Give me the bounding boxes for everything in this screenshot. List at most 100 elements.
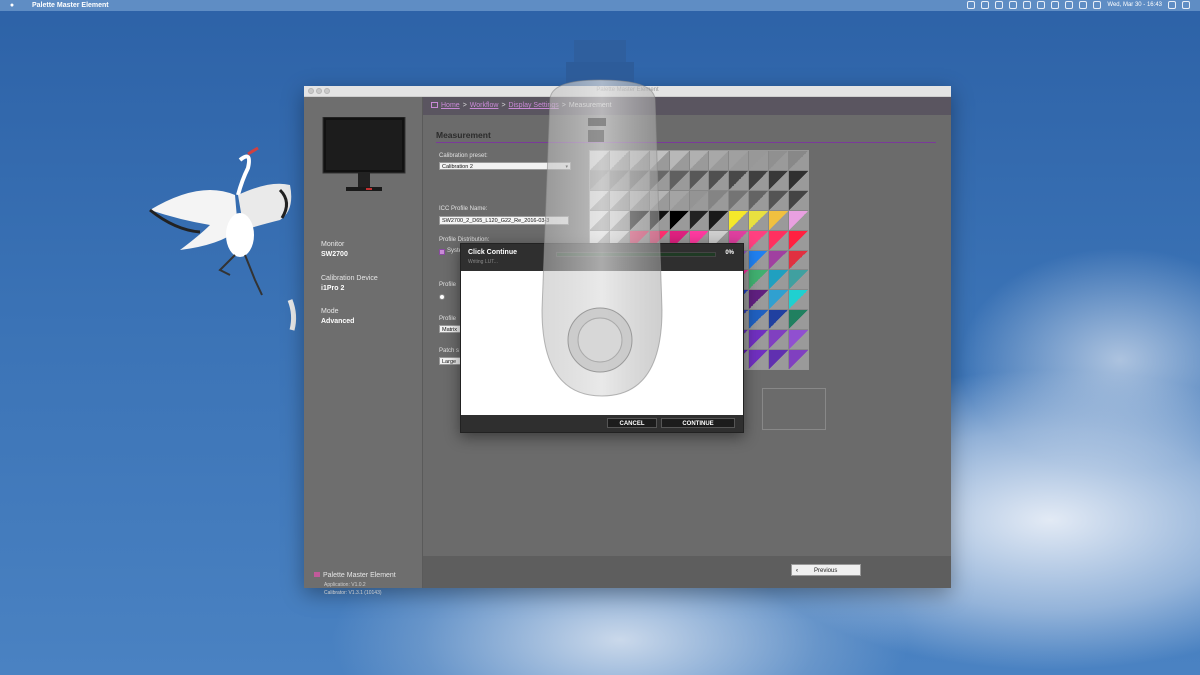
- section-divider: [436, 142, 936, 143]
- breadcrumb: Home > Workflow > Display Settings > Measureme…: [431, 102, 612, 109]
- profile-radio[interactable]: [439, 294, 445, 300]
- icc-profile-name-input[interactable]: SW2700_2_D65_L120_G22_Re_2016-03-3: [439, 216, 569, 225]
- calibration-preset-value: Calibration 2: [442, 164, 473, 170]
- dialog-title: Click Continue: [468, 249, 518, 256]
- breadcrumb-separator: >: [561, 102, 566, 109]
- system-level-checkbox[interactable]: [439, 249, 445, 255]
- color-patch: [609, 151, 629, 170]
- mode-value: Advanced: [321, 318, 355, 325]
- color-patch: [789, 151, 808, 170]
- color-patch: [749, 151, 769, 170]
- previous-button[interactable]: ‹ Previous: [791, 564, 861, 576]
- color-patch: [749, 230, 769, 250]
- calibration-device-label: Calibration Device: [321, 275, 378, 282]
- chevron-left-icon: ‹: [796, 568, 798, 574]
- color-patch: [649, 151, 669, 170]
- color-patch: [689, 210, 709, 230]
- color-patch: [590, 210, 609, 230]
- color-patch: [789, 350, 808, 369]
- menubar-app-name[interactable]: Palette Master Element: [32, 2, 109, 9]
- color-patch: [769, 310, 789, 330]
- color-patch: [789, 210, 808, 230]
- status-icon[interactable]: [1037, 1, 1046, 9]
- color-patch: [709, 210, 729, 230]
- color-patch: [629, 151, 649, 170]
- notification-center-icon[interactable]: [1182, 1, 1190, 9]
- color-patch: [749, 190, 769, 210]
- color-patch: [789, 270, 808, 290]
- status-icon[interactable]: [995, 1, 1004, 9]
- profile-label: Profile: [439, 282, 457, 288]
- chevron-down-icon: ▾: [565, 164, 568, 170]
- color-patch: [609, 170, 629, 190]
- color-patch: [749, 290, 769, 310]
- color-patch: [709, 170, 729, 190]
- color-patch: [769, 170, 789, 190]
- color-patch: [749, 270, 769, 290]
- color-patch: [769, 230, 789, 250]
- color-patch: [669, 210, 689, 230]
- continue-button[interactable]: CONTINUE: [661, 418, 735, 428]
- breadcrumb-display-settings[interactable]: Display Settings: [509, 102, 559, 109]
- dialog-progress-percent: 0%: [725, 250, 734, 256]
- status-icon[interactable]: [967, 1, 976, 9]
- brand-name: Palette Master Element: [323, 572, 396, 579]
- color-patch: [709, 151, 729, 170]
- icc-profile-name-label: ICC Profile Name:: [439, 206, 488, 212]
- monitor-value: SW2700: [321, 251, 348, 258]
- color-patch: [789, 290, 808, 310]
- color-patch: [629, 190, 649, 210]
- status-icon[interactable]: [1051, 1, 1060, 9]
- color-patch: [669, 170, 689, 190]
- breadcrumb-current: Measurement: [568, 102, 612, 109]
- color-patch: [749, 250, 769, 270]
- dialog-progress-bar: [556, 252, 716, 257]
- color-patch: [769, 270, 789, 290]
- menubar-clock[interactable]: Wed, Mar 30 - 16:43: [1107, 2, 1162, 8]
- color-patch: [769, 210, 789, 230]
- color-patch: [749, 350, 769, 369]
- calibrator-version: Calibrator: V1.3.1 (10143): [324, 590, 382, 596]
- color-patch: [789, 250, 808, 270]
- status-icon[interactable]: [1009, 1, 1018, 9]
- monitor-label: Monitor: [321, 241, 345, 248]
- battery-icon[interactable]: [1093, 1, 1102, 9]
- color-patch: [649, 190, 669, 210]
- color-patch: [729, 190, 749, 210]
- home-icon[interactable]: [431, 102, 438, 109]
- crane-wallpaper-image: [149, 146, 297, 331]
- menubar-status-area: Wed, Mar 30 - 16:43: [967, 1, 1190, 9]
- previous-button-label: Previous: [814, 568, 838, 574]
- color-patch: [769, 190, 789, 210]
- color-patch: [629, 210, 649, 230]
- color-patch: [789, 170, 808, 190]
- brand-icon: [314, 572, 320, 577]
- status-icon[interactable]: [981, 1, 990, 9]
- spotlight-icon[interactable]: [1168, 1, 1176, 9]
- patch-size-label: Patch s: [439, 348, 460, 354]
- color-patch: [789, 230, 808, 250]
- color-patch: [769, 330, 789, 350]
- breadcrumb-separator: >: [501, 102, 506, 109]
- measurement-preview-box: [762, 388, 826, 430]
- calibration-device-value: i1Pro 2: [321, 285, 345, 292]
- calibration-preset-select[interactable]: Calibration 2 ▾: [439, 162, 571, 170]
- color-patch: [749, 170, 769, 190]
- menubar: ● Palette Master Element Wed, Mar 30 - 1…: [0, 0, 1200, 11]
- breadcrumb-workflow[interactable]: Workflow: [470, 102, 499, 109]
- color-patch: [590, 170, 609, 190]
- color-patch: [590, 151, 609, 170]
- apple-icon[interactable]: ●: [6, 2, 18, 9]
- color-patch: [689, 170, 709, 190]
- cancel-button[interactable]: CANCEL: [607, 418, 657, 428]
- color-patch: [749, 210, 769, 230]
- status-icon[interactable]: [1065, 1, 1074, 9]
- window-titlebar[interactable]: Palette Master Element: [304, 86, 951, 97]
- calibration-preset-label: Calibration preset:: [439, 153, 488, 159]
- color-patch: [649, 170, 669, 190]
- dialog-status: Writing LUT...: [468, 259, 498, 265]
- breadcrumb-home[interactable]: Home: [441, 102, 460, 109]
- measurement-dialog: Click Continue Writing LUT... 0% CANCEL …: [460, 243, 744, 433]
- status-icon[interactable]: [1023, 1, 1032, 9]
- wifi-icon[interactable]: [1079, 1, 1088, 9]
